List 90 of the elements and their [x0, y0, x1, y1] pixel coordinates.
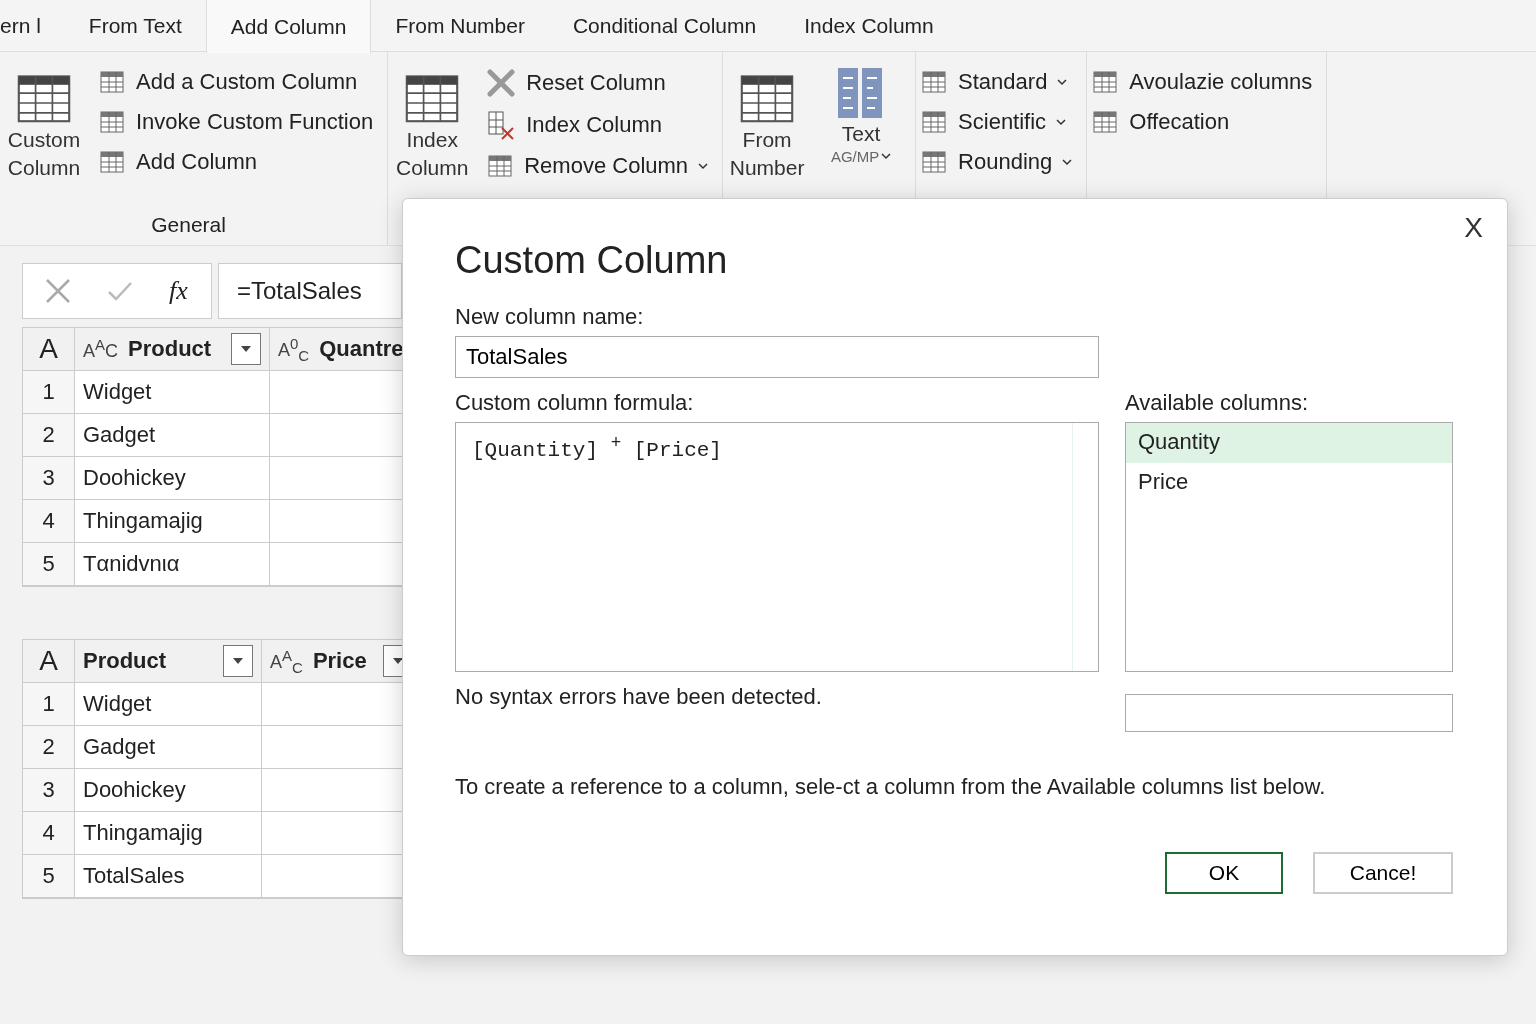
- table-cell: Thingamajig: [75, 500, 270, 543]
- table-delete-icon: [486, 110, 517, 140]
- row-number: 1: [23, 371, 75, 414]
- table-cell: Widget: [75, 683, 262, 726]
- caret-icon: [881, 153, 892, 160]
- table-cell: Gadget: [75, 414, 270, 457]
- crossed-tools-icon: [486, 68, 517, 98]
- ribbon-button[interactable]: Offecation: [1091, 106, 1313, 138]
- hint-text: To create a reference to a column, sele-ct a column from the Available columns list below.: [455, 774, 1327, 800]
- ribbon-tab[interactable]: ern l: [0, 0, 65, 52]
- table-icon: [486, 152, 515, 180]
- status-text: No syntax errors have been detected.: [455, 684, 823, 710]
- group-label: General: [150, 213, 227, 238]
- column-header[interactable]: A$^{A}$$_{C}$ Price: [262, 640, 402, 683]
- dialog-title: Custom Column: [455, 239, 729, 282]
- filter-button[interactable]: [231, 333, 261, 365]
- table-icon: [920, 68, 949, 96]
- row-number: 1: [23, 683, 75, 726]
- input-field[interactable]: TotalSales: [455, 336, 1099, 378]
- row-number: 3: [23, 457, 75, 500]
- column-header[interactable]: Product: [75, 640, 262, 683]
- dialog-button[interactable]: Cance!: [1313, 852, 1453, 894]
- ribbon-button[interactable]: Rounding: [920, 146, 1073, 178]
- formula-text: [Quantity] $^{+}$ [Price]: [472, 439, 722, 462]
- ribbon-tab[interactable]: Add Column: [205, 0, 372, 53]
- row-number: 2: [23, 414, 75, 457]
- caret-icon: [698, 162, 709, 170]
- field-label: Custom column formula:: [455, 390, 695, 416]
- column-header[interactable]: A$^{A}$C Product: [75, 328, 270, 371]
- ribbon-button[interactable]: Reset Column: [486, 66, 709, 100]
- close-button[interactable]: X: [1458, 211, 1489, 245]
- table-icon: [98, 68, 126, 96]
- column-name: Product: [128, 336, 212, 362]
- ribbon-button[interactable]: Invoke Custom Function: [98, 106, 374, 138]
- list-item[interactable]: Price: [1126, 463, 1452, 503]
- input-field[interactable]: [1125, 694, 1453, 732]
- column-name: Price: [312, 648, 367, 674]
- filter-button[interactable]: [223, 645, 253, 677]
- ribbon-tab[interactable]: Conditional Column: [548, 0, 781, 52]
- column-header: A: [23, 328, 75, 371]
- column-name: Product: [83, 648, 167, 674]
- ribbon-button[interactable]: Add Column: [98, 146, 374, 178]
- dialog-button[interactable]: OK: [1165, 852, 1283, 894]
- table-cell: Doohickey: [75, 769, 262, 812]
- ribbon-tab[interactable]: From Text: [64, 0, 206, 52]
- row-number: 4: [23, 500, 75, 543]
- ribbon-button[interactable]: Add a Custom Column: [98, 66, 374, 98]
- row-number: 4: [23, 812, 75, 855]
- check-icon[interactable]: [107, 280, 133, 302]
- ribbon-button[interactable]: Custom Column: [4, 62, 84, 213]
- caret-icon: [1062, 158, 1073, 166]
- table-cell: Gadget: [75, 726, 262, 769]
- ribbon-button[interactable]: Avoulazie columns: [1091, 66, 1313, 98]
- ribbon-tab[interactable]: From Number: [371, 0, 549, 52]
- ribbon-button[interactable]: Standard: [920, 66, 1073, 98]
- table-icon: [1091, 68, 1120, 96]
- table-icon: [920, 108, 949, 136]
- ribbon-button[interactable]: Text AG/MP: [821, 62, 902, 245]
- ribbon-button[interactable]: Remove Column: [486, 150, 709, 182]
- table-icon: [98, 108, 126, 136]
- column-header: A: [23, 640, 75, 683]
- table-cell: Thingamajig: [75, 812, 262, 855]
- row-number: 3: [23, 769, 75, 812]
- table-cell: Widget: [75, 371, 270, 414]
- table-cell: Tαnidvnια: [75, 543, 270, 586]
- ribbon-button[interactable]: Scientific: [920, 106, 1073, 138]
- formula-editor[interactable]: [Quantity] $^{+}$ [Price]: [455, 422, 1099, 672]
- table-icon: [920, 148, 949, 176]
- row-number: 5: [23, 543, 75, 586]
- table-icon: [1091, 108, 1120, 136]
- caret-icon: [241, 346, 251, 352]
- column-header[interactable]: A$^{0}$$_{C}$ Quantre: [270, 328, 402, 371]
- caret-icon: [1057, 78, 1068, 86]
- row-number: 2: [23, 726, 75, 769]
- formula-field[interactable]: =TotalSales: [218, 263, 402, 319]
- field-label: New column name:: [455, 304, 645, 330]
- table-cell: TotalSales: [75, 855, 262, 898]
- caret-icon: [1056, 118, 1067, 126]
- row-number: 5: [23, 855, 75, 898]
- list-item[interactable]: Quantity: [1126, 423, 1452, 463]
- column-name: Quantre: [319, 336, 402, 362]
- field-label: Available columns:: [1125, 390, 1310, 416]
- ribbon-button[interactable]: Index Column: [486, 108, 709, 142]
- caret-icon: [233, 658, 243, 664]
- table-cell: Doohickey: [75, 457, 270, 500]
- table-icon: [98, 148, 126, 176]
- type-icon: A$^{A}$C: [83, 336, 119, 362]
- ribbon-tab[interactable]: Index Column: [780, 0, 958, 52]
- caret-icon: [393, 658, 402, 664]
- fx-label[interactable]: fx: [169, 276, 188, 306]
